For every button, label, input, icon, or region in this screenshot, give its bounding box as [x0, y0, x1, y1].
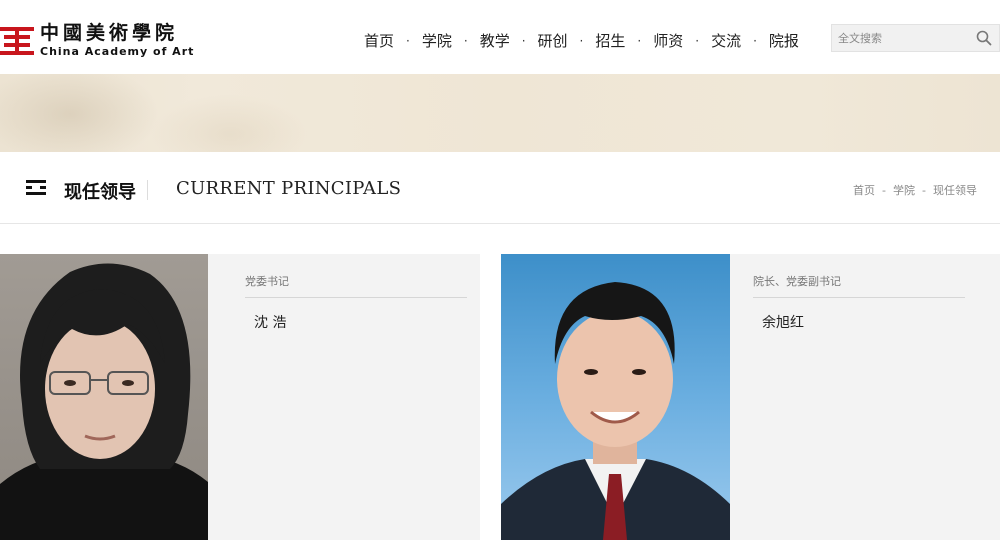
nav-item-exchange[interactable]: 交流: [699, 30, 753, 51]
principal-role: 院长、党委副书记: [753, 273, 965, 298]
site-logo[interactable]: 中國美術學院 China Academy of Art: [0, 22, 194, 58]
decorative-banner: [0, 74, 1000, 152]
main-nav: 首页 · 学院 · 教学 · 研创 · 招生 · 师资 · 交流 · 院报: [352, 30, 811, 51]
menu-icon[interactable]: [26, 180, 46, 196]
principal-name[interactable]: 沈 浩: [245, 312, 467, 332]
principal-card[interactable]: 院长、党委副书记 余旭红: [501, 254, 1000, 540]
section-title-en: CURRENT PRINCIPALS: [176, 178, 402, 199]
section-title-bar: 现任领导 CURRENT PRINCIPALS 首页 - 学院 - 现任领导: [0, 152, 1000, 224]
site-header: 中國美術學院 China Academy of Art 首页 · 学院 · 教学…: [0, 0, 1000, 74]
search-input[interactable]: [832, 25, 970, 51]
principal-card[interactable]: 党委书记 沈 浩: [0, 254, 480, 540]
search-icon[interactable]: [970, 25, 998, 51]
logo-emblem-icon: [0, 25, 34, 55]
principal-photo[interactable]: [501, 254, 730, 540]
nav-item-academy[interactable]: 学院: [410, 30, 464, 51]
nav-item-newspaper[interactable]: 院报: [757, 30, 811, 51]
principal-photo[interactable]: [0, 254, 208, 540]
breadcrumb-separator: -: [882, 183, 887, 197]
logo-name-en: China Academy of Art: [40, 44, 195, 58]
breadcrumb-home[interactable]: 首页: [853, 182, 875, 198]
breadcrumb: 首页 - 学院 - 现任领导: [853, 182, 977, 198]
principal-info: 党委书记 沈 浩: [245, 254, 467, 332]
search-box: [831, 24, 1000, 52]
nav-item-faculty[interactable]: 师资: [641, 30, 695, 51]
breadcrumb-separator: -: [922, 183, 926, 197]
principal-role: 党委书记: [245, 273, 467, 298]
nav-item-admissions[interactable]: 招生: [583, 30, 637, 51]
nav-item-teaching[interactable]: 教学: [468, 30, 522, 51]
nav-item-research[interactable]: 研创: [526, 30, 580, 51]
section-title-cn: 现任领导: [64, 182, 136, 203]
nav-item-home[interactable]: 首页: [352, 30, 406, 51]
logo-name-cn: 中國美術學院: [40, 21, 179, 44]
principal-name[interactable]: 余旭红: [753, 312, 965, 332]
principal-info: 院长、党委副书记 余旭红: [753, 254, 965, 332]
breadcrumb-current[interactable]: 现任领导: [933, 182, 977, 198]
breadcrumb-academy[interactable]: 学院: [893, 182, 915, 198]
title-divider: [147, 180, 148, 200]
